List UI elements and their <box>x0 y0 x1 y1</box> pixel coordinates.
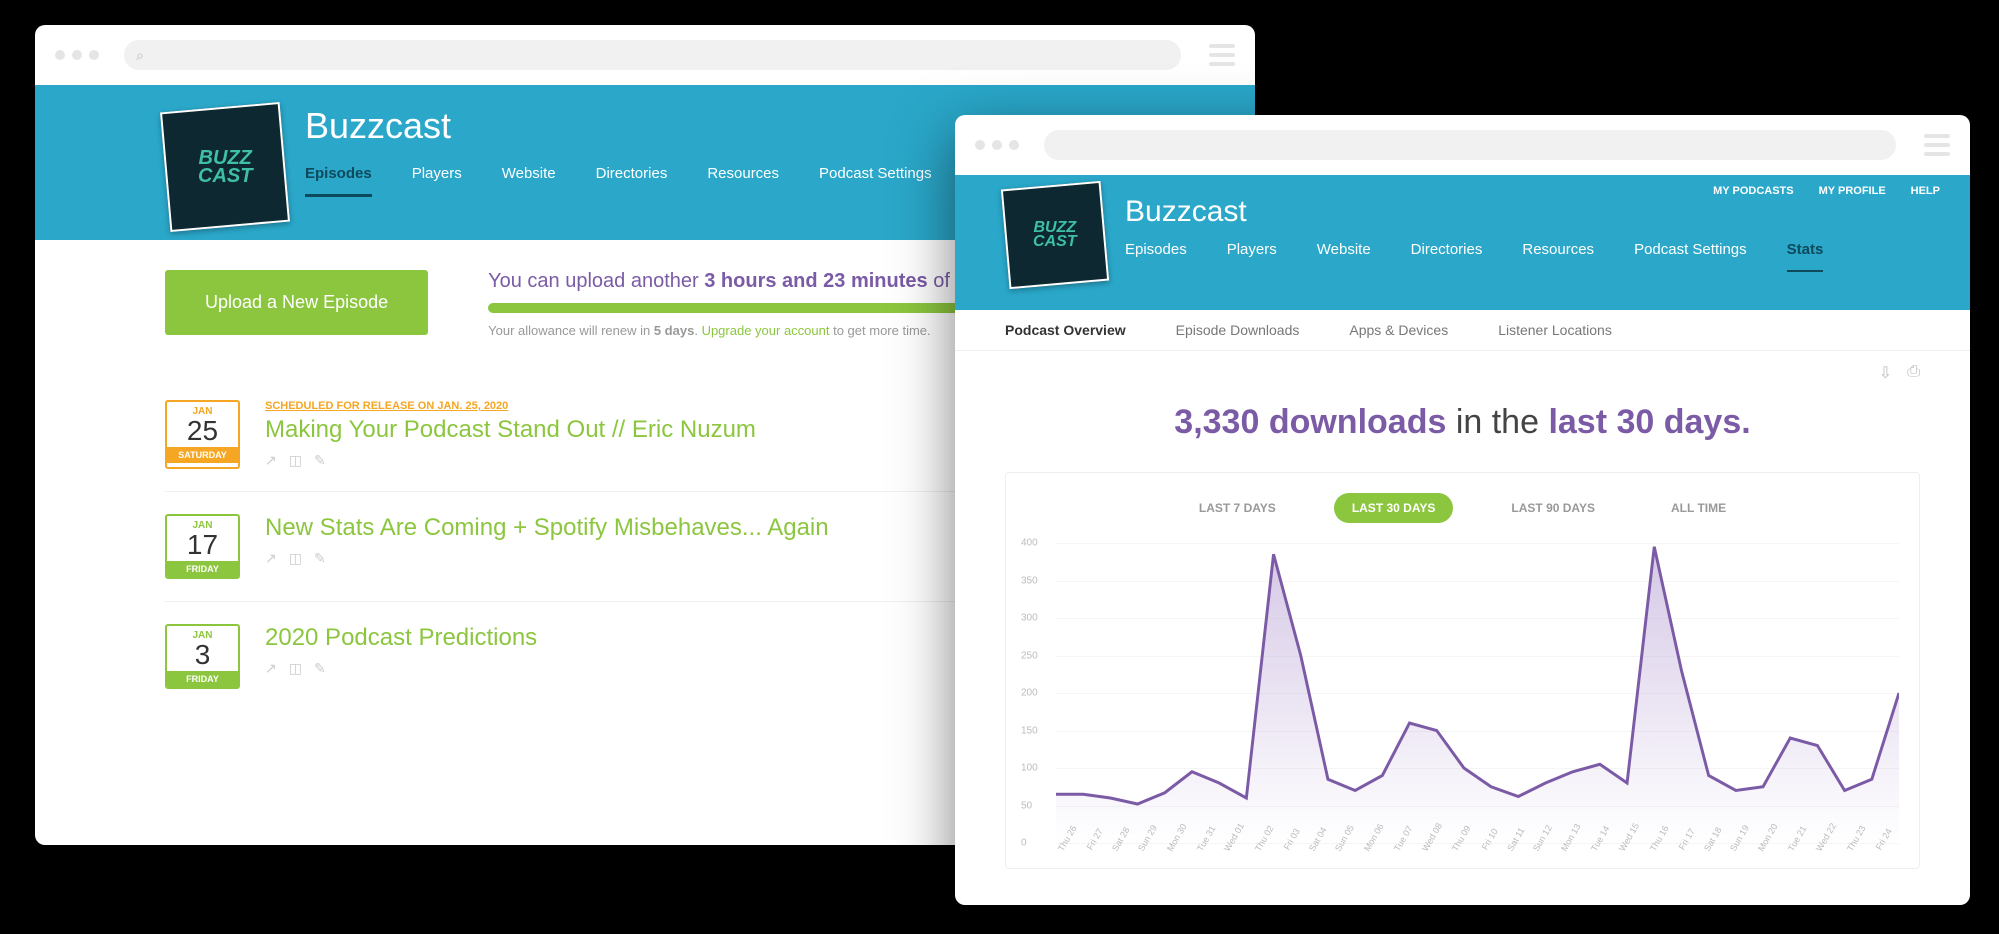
downloads-chart-card: LAST 7 DAYS LAST 30 DAYS LAST 90 DAYS AL… <box>1005 472 1920 869</box>
share-icon[interactable]: ↗ <box>265 452 277 469</box>
stats-icon[interactable]: ◫ <box>289 452 302 469</box>
url-bar[interactable] <box>1044 130 1896 160</box>
window-dot[interactable] <box>55 50 65 60</box>
y-tick-label: 200 <box>1021 688 1038 699</box>
y-tick-label: 250 <box>1021 650 1038 661</box>
window-dot[interactable] <box>89 50 99 60</box>
link-my-podcasts[interactable]: MY PODCASTS <box>1713 185 1793 197</box>
browser-titlebar <box>955 115 1970 175</box>
allowance-amount: 3 hours and 23 minutes <box>704 270 927 292</box>
edit-icon[interactable]: ✎ <box>314 452 326 469</box>
account-links: MY PODCASTS MY PROFILE HELP <box>1713 185 1940 197</box>
y-tick-label: 100 <box>1021 763 1038 774</box>
edit-icon[interactable]: ✎ <box>314 550 326 567</box>
y-tick-label: 400 <box>1021 538 1038 549</box>
window-dot[interactable] <box>992 140 1002 150</box>
range-30-days[interactable]: LAST 30 DAYS <box>1334 493 1454 523</box>
renew-prefix: Your allowance will renew in <box>488 323 654 338</box>
tab-website[interactable]: Website <box>502 165 556 197</box>
tab-website[interactable]: Website <box>1317 241 1371 272</box>
stats-icon[interactable]: ◫ <box>289 660 302 677</box>
link-help[interactable]: HELP <box>1911 185 1940 197</box>
tab-episodes[interactable]: Episodes <box>305 165 372 197</box>
headline-mid: in the <box>1446 403 1548 441</box>
episode-title[interactable]: New Stats Are Coming + Spotify Misbehave… <box>265 514 1000 542</box>
date-weekday: SATURDAY <box>167 447 238 463</box>
episode-title[interactable]: 2020 Podcast Predictions <box>265 624 1000 652</box>
stats-icon[interactable]: ◫ <box>289 550 302 567</box>
main-tabs: Episodes Players Website Directories Res… <box>1125 241 1930 272</box>
tab-directories[interactable]: Directories <box>596 165 668 197</box>
stats-headline: 3,330 downloads in the last 30 days. <box>955 383 1970 472</box>
share-icon[interactable]: ↗ <box>265 660 277 677</box>
tab-resources[interactable]: Resources <box>707 165 779 197</box>
date-day: 25 <box>167 417 238 445</box>
subtab-overview[interactable]: Podcast Overview <box>1005 322 1126 338</box>
renew-days: 5 days <box>654 323 694 338</box>
window-dot[interactable] <box>1009 140 1019 150</box>
subtab-episode-downloads[interactable]: Episode Downloads <box>1176 322 1300 338</box>
share-icon[interactable]: ↗ <box>265 550 277 567</box>
chart-x-labels: Thu 26Fri 27Sat 28Sun 29Mon 30Tue 31Wed … <box>1056 848 1899 858</box>
url-bar[interactable]: ⌕ <box>124 40 1181 70</box>
upgrade-link[interactable]: Upgrade your account <box>702 323 830 338</box>
range-selector: LAST 7 DAYS LAST 30 DAYS LAST 90 DAYS AL… <box>1016 493 1909 523</box>
download-icon[interactable]: ⇩ <box>1879 363 1892 383</box>
tab-podcast-settings[interactable]: Podcast Settings <box>1634 241 1747 272</box>
y-tick-label: 300 <box>1021 613 1038 624</box>
download-count: 3,330 <box>1174 403 1259 441</box>
headline-word-downloads: downloads <box>1259 403 1446 441</box>
upload-episode-button[interactable]: Upload a New Episode <box>165 270 428 335</box>
tab-players[interactable]: Players <box>412 165 462 197</box>
subtab-listener-locations[interactable]: Listener Locations <box>1498 322 1612 338</box>
range-7-days[interactable]: LAST 7 DAYS <box>1181 493 1294 523</box>
episode-date: JAN 3 FRIDAY <box>165 624 240 689</box>
episode-title[interactable]: Making Your Podcast Stand Out // Eric Nu… <box>265 416 1000 444</box>
renew-suffix: to get more time. <box>829 323 930 338</box>
browser-titlebar: ⌕ <box>35 25 1255 85</box>
date-day: 3 <box>167 641 238 669</box>
window-dot[interactable] <box>975 140 985 150</box>
tab-resources[interactable]: Resources <box>1522 241 1594 272</box>
scheduled-label: SCHEDULED FOR RELEASE ON JAN. 25, 2020 <box>265 400 1000 412</box>
y-tick-label: 150 <box>1021 725 1038 736</box>
link-my-profile[interactable]: MY PROFILE <box>1819 185 1886 197</box>
podcast-artwork: BUZZCAST <box>1001 181 1109 289</box>
chart-utilities: ⇩ ⎙ <box>955 351 1970 383</box>
edit-icon[interactable]: ✎ <box>314 660 326 677</box>
date-weekday: FRIDAY <box>167 671 238 687</box>
podcast-banner: MY PODCASTS MY PROFILE HELP BUZZCAST Buz… <box>955 175 1970 310</box>
allowance-prefix: You can upload another <box>488 270 704 292</box>
subtab-apps-devices[interactable]: Apps & Devices <box>1349 322 1448 338</box>
headline-range: last 30 days. <box>1548 403 1750 441</box>
window-dot[interactable] <box>72 50 82 60</box>
tab-podcast-settings[interactable]: Podcast Settings <box>819 165 932 197</box>
range-all-time[interactable]: ALL TIME <box>1653 493 1744 523</box>
date-day: 17 <box>167 531 238 559</box>
window-controls <box>975 140 1019 150</box>
tab-directories[interactable]: Directories <box>1411 241 1483 272</box>
range-90-days[interactable]: LAST 90 DAYS <box>1493 493 1613 523</box>
episode-date: JAN 17 FRIDAY <box>165 514 240 579</box>
tab-episodes[interactable]: Episodes <box>1125 241 1187 272</box>
menu-icon[interactable] <box>1924 134 1950 156</box>
podcast-title: Buzzcast <box>1125 195 1930 229</box>
renew-mid: . <box>694 323 701 338</box>
search-icon: ⌕ <box>136 47 144 64</box>
date-weekday: FRIDAY <box>167 561 238 577</box>
menu-icon[interactable] <box>1209 44 1235 66</box>
window-controls <box>55 50 99 60</box>
episode-date: JAN 25 SATURDAY <box>165 400 240 469</box>
tab-stats[interactable]: Stats <box>1787 241 1824 272</box>
podcast-artwork: BUZZCAST <box>160 102 290 232</box>
tab-players[interactable]: Players <box>1227 241 1277 272</box>
print-icon[interactable]: ⎙ <box>1907 363 1920 383</box>
y-tick-label: 0 <box>1021 838 1027 849</box>
y-tick-label: 350 <box>1021 575 1038 586</box>
downloads-chart: 050100150200250300350400 <box>1056 543 1899 843</box>
stats-window: MY PODCASTS MY PROFILE HELP BUZZCAST Buz… <box>955 115 1970 905</box>
y-tick-label: 50 <box>1021 800 1032 811</box>
stats-subtabs: Podcast Overview Episode Downloads Apps … <box>955 310 1970 351</box>
